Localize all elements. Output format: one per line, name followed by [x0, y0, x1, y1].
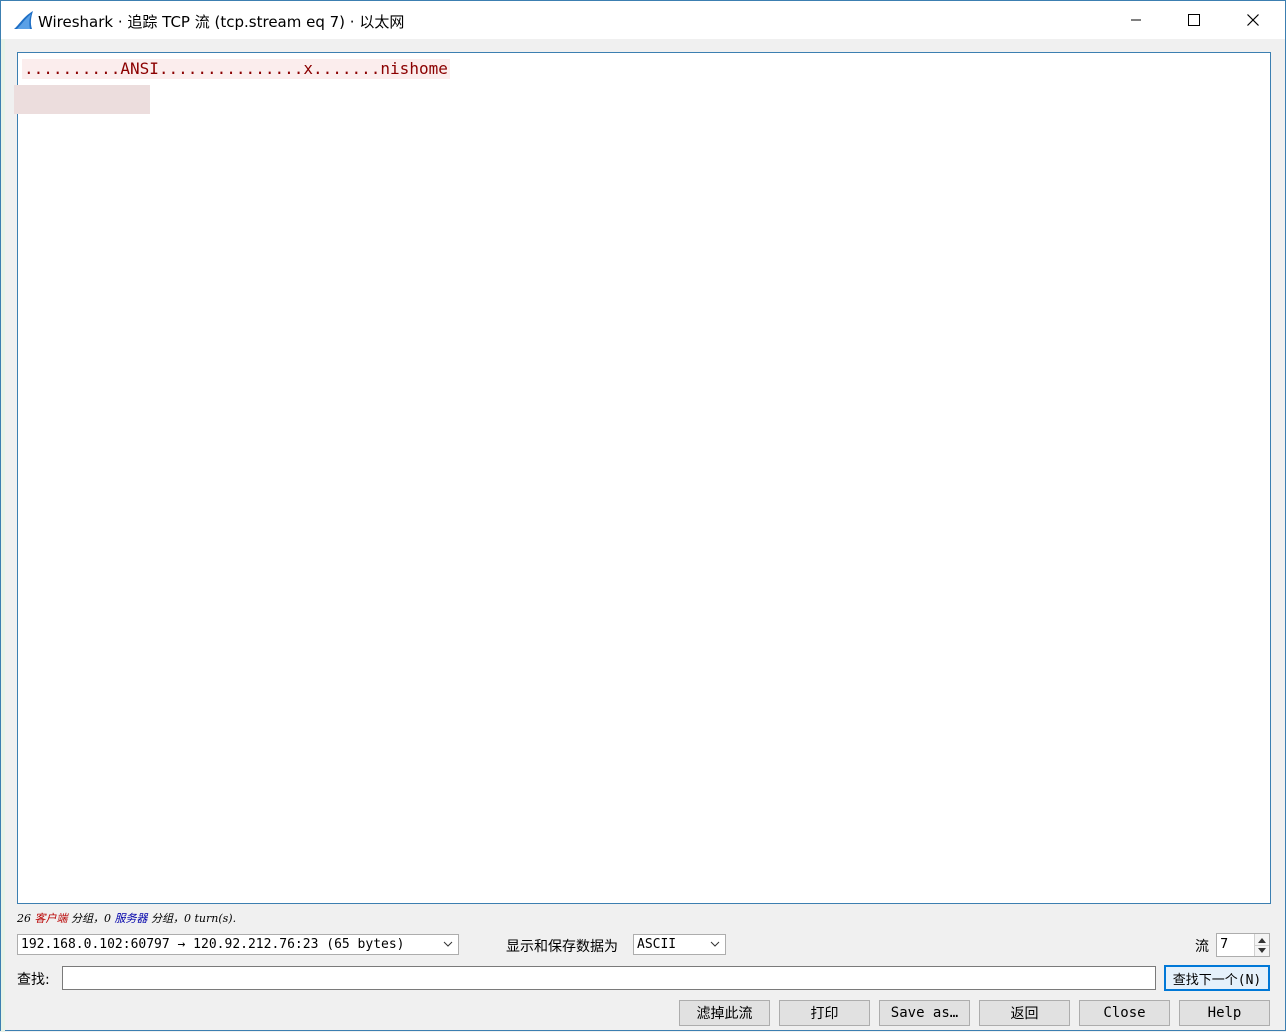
stream-number-value: 7: [1220, 937, 1229, 952]
format-select[interactable]: ASCII: [633, 934, 726, 955]
background-window-edge: [1, 39, 5, 1032]
window-title: Wireshark · 追踪 TCP 流 (tcp.stream eq 7) ·…: [38, 13, 405, 31]
conversation-select-value: 192.168.0.102:60797 → 120.92.212.76:23 (…: [21, 937, 405, 952]
chevron-down-icon: [443, 941, 453, 947]
status-tail: 分组，0 turn(s).: [147, 912, 237, 925]
format-select-value: ASCII: [637, 937, 677, 952]
find-label: 查找:: [17, 972, 50, 988]
conversation-select[interactable]: 192.168.0.102:60797 → 120.92.212.76:23 (…: [17, 934, 459, 955]
close-window-button[interactable]: [1224, 1, 1282, 39]
stream-number-label: 流: [1195, 939, 1209, 955]
chevron-up-icon: [1258, 937, 1266, 943]
title-bar[interactable]: Wireshark · 追踪 TCP 流 (tcp.stream eq 7) ·…: [1, 1, 1285, 39]
minimize-button[interactable]: [1107, 1, 1165, 39]
print-button[interactable]: 打印: [779, 1000, 870, 1026]
maximize-button[interactable]: [1165, 1, 1223, 39]
chevron-down-icon: [710, 941, 720, 947]
close-button[interactable]: Close: [1079, 1000, 1170, 1026]
stream-content-area[interactable]: ..........ANSI...............x.......nis…: [14, 52, 1271, 904]
help-button[interactable]: Help: [1179, 1000, 1270, 1026]
stream-status: 26 客户端 分组，0 服务器 分组，0 turn(s).: [17, 910, 236, 926]
client-stream-highlight: [14, 85, 150, 114]
spin-down-button[interactable]: [1255, 945, 1269, 956]
wireshark-fin-icon: [14, 11, 33, 29]
client-stream-text: ..........ANSI...............x.......nis…: [22, 59, 450, 79]
chevron-down-icon: [1258, 947, 1266, 953]
maximize-icon: [1188, 14, 1200, 26]
client-packet-count: 26: [17, 912, 35, 925]
back-button[interactable]: 返回: [979, 1000, 1070, 1026]
find-next-button[interactable]: 查找下一个(N): [1164, 965, 1270, 991]
status-middle: 分组，0: [67, 912, 115, 925]
save-as-button[interactable]: Save as…: [879, 1000, 970, 1026]
filter-out-stream-button[interactable]: 滤掉此流: [679, 1000, 770, 1026]
close-icon: [1247, 14, 1259, 26]
follow-tcp-stream-window: Wireshark · 追踪 TCP 流 (tcp.stream eq 7) ·…: [0, 0, 1286, 1032]
server-label: 服务器: [114, 912, 148, 925]
stream-number-spinbox[interactable]: 7: [1216, 933, 1270, 957]
spin-buttons: [1254, 934, 1269, 956]
find-input[interactable]: [62, 966, 1156, 990]
minimize-icon: [1131, 19, 1141, 21]
format-label: 显示和保存数据为: [506, 939, 618, 955]
client-label: 客户端: [34, 912, 68, 925]
